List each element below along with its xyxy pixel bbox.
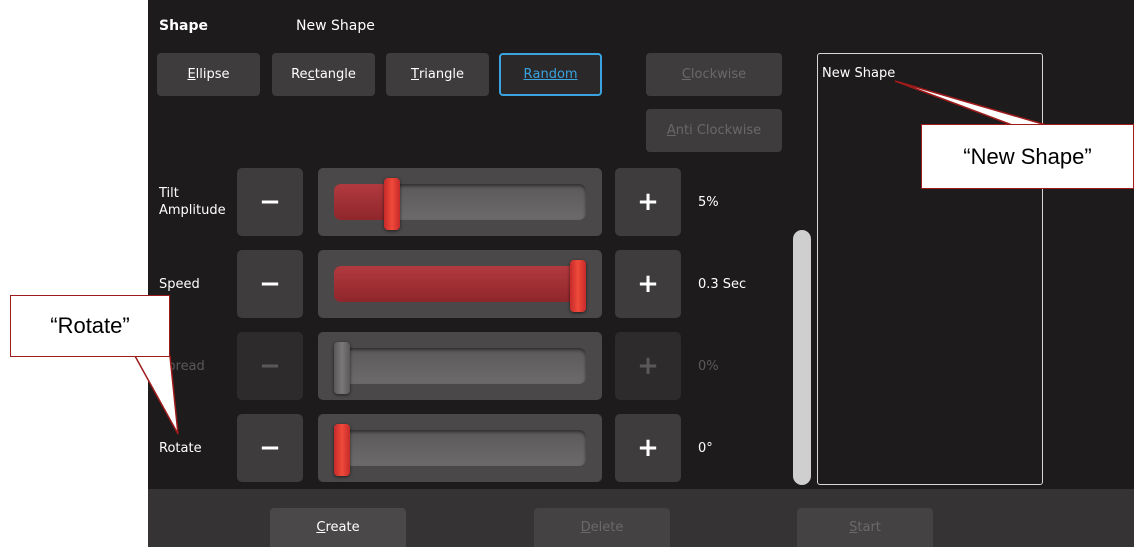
spread-label: Spread <box>159 359 205 374</box>
rectangle-label-pre: Re <box>291 67 308 82</box>
speed-plus-button[interactable]: + <box>615 250 681 318</box>
current-shape-name: New Shape <box>296 18 375 34</box>
ellipse-button[interactable]: Ellipse <box>157 53 260 96</box>
speed-minus-button[interactable]: − <box>237 250 303 318</box>
tilt-plus-button[interactable]: + <box>615 168 681 236</box>
create-button[interactable]: Create <box>270 508 406 547</box>
rotate-minus-button[interactable]: − <box>237 414 303 482</box>
new-shape-callout: “New Shape” <box>921 124 1134 189</box>
tilt-slider-fill <box>334 184 387 220</box>
start-label-rest: tart <box>857 520 881 535</box>
random-button[interactable]: Random <box>499 53 602 96</box>
start-button[interactable]: Start <box>797 508 933 547</box>
rectangle-mnemonic: c <box>307 67 315 82</box>
clockwise-label-rest: lockwise <box>690 67 747 82</box>
spread-slider-track[interactable] <box>334 348 586 384</box>
start-mnemonic: S <box>849 520 858 535</box>
delete-button[interactable]: Delete <box>534 508 670 547</box>
tilt-slider-thumb[interactable] <box>383 178 400 230</box>
spread-slider[interactable] <box>318 332 602 400</box>
create-label-rest: reate <box>325 520 360 535</box>
tilt-minus-button[interactable]: − <box>237 168 303 236</box>
speed-label: Speed <box>159 277 200 292</box>
rectangle-label-rest: tangle <box>314 67 356 82</box>
rotate-plus-button[interactable]: + <box>615 414 681 482</box>
rotate-slider[interactable] <box>318 414 602 482</box>
anti-clockwise-button[interactable]: Anti Clockwise <box>646 109 782 152</box>
tilt-label-line2: Amplitude <box>159 203 226 218</box>
rotate-callout: “Rotate” <box>10 295 170 357</box>
clockwise-button[interactable]: Clockwise <box>646 53 782 96</box>
spread-value: 0% <box>698 359 719 374</box>
delete-mnemonic: D <box>580 520 591 535</box>
random-mnemonic: R <box>523 67 533 82</box>
speed-slider[interactable] <box>318 250 602 318</box>
rotate-label: Rotate <box>159 441 202 456</box>
tilt-value: 5% <box>698 195 719 210</box>
shape-editor-panel: Shape New Shape Ellipse Re c tangle Triang… <box>148 0 1134 547</box>
spread-plus-button[interactable]: + <box>615 332 681 400</box>
speed-slider-track[interactable] <box>334 266 586 302</box>
delete-label-rest: elete <box>590 520 624 535</box>
tilt-label-line1: Tilt <box>159 186 179 201</box>
speed-value: 0.3 Sec <box>698 277 747 292</box>
create-mnemonic: C <box>316 520 326 535</box>
random-label-rest: andom <box>532 67 578 82</box>
tilt-amplitude-label: Tilt Amplitude <box>159 185 226 219</box>
rotate-slider-thumb[interactable] <box>334 424 350 476</box>
vertical-scrollbar[interactable] <box>793 230 811 485</box>
speed-slider-fill <box>334 266 586 302</box>
spread-minus-button[interactable]: − <box>237 332 303 400</box>
panel-title: Shape <box>159 18 209 34</box>
tilt-slider-track[interactable] <box>334 184 586 220</box>
triangle-label-rest: riangle <box>418 67 464 82</box>
speed-slider-thumb[interactable] <box>570 260 586 312</box>
bottom-toolbar: Create Delete Start <box>148 489 1134 547</box>
anti-clockwise-mnemonic: A <box>666 123 676 138</box>
anti-clockwise-label-rest: nti Clockwise <box>675 123 762 138</box>
rectangle-button[interactable]: Re c tangle <box>272 53 375 96</box>
ellipse-mnemonic: E <box>187 67 196 82</box>
ellipse-label-rest: llipse <box>195 67 230 82</box>
rotate-value: 0° <box>698 441 713 456</box>
rotate-slider-track[interactable] <box>334 430 586 466</box>
tilt-slider[interactable] <box>318 168 602 236</box>
triangle-mnemonic: T <box>411 67 419 82</box>
spread-slider-thumb[interactable] <box>334 342 350 394</box>
clockwise-mnemonic: C <box>681 67 691 82</box>
shape-list-item[interactable]: New Shape <box>822 66 895 81</box>
triangle-button[interactable]: Triangle <box>386 53 489 96</box>
shape-list[interactable]: New Shape <box>817 53 1043 485</box>
